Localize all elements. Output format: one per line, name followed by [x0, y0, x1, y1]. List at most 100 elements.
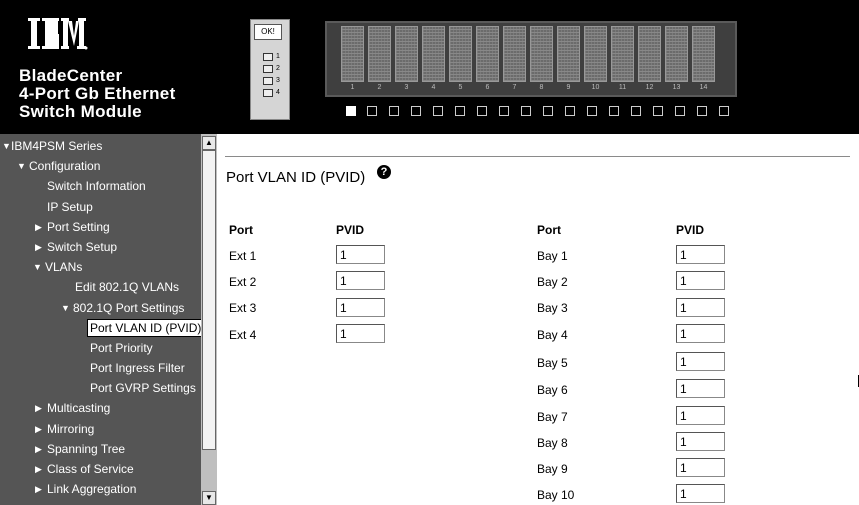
nav-item-port-gvrp-settings[interactable]: Port GVRP Settings	[0, 378, 201, 398]
blade-bay-2	[368, 26, 391, 82]
port-label: Ext 2	[229, 275, 257, 289]
blade-bay-13	[665, 26, 688, 82]
nav-tree: ▼ IBM4PSM Series ▼ Configuration Switch …	[0, 136, 205, 499]
pvid-input-bay-3[interactable]	[676, 298, 725, 317]
pvid-input-bay-6[interactable]	[676, 379, 725, 398]
nav-item-label: Switch Setup	[47, 239, 118, 254]
brand-line-1: BladeCenter	[19, 66, 123, 85]
pvid-input-ext-1[interactable]	[336, 245, 385, 264]
nav-item-label: Port VLAN ID (PVID)	[87, 318, 205, 337]
nav-item-label: Spanning Tree	[47, 441, 126, 456]
nav-item-switch-setup[interactable]: ▶ Switch Setup	[0, 237, 201, 257]
pvid-input-bay-4[interactable]	[676, 324, 725, 343]
nav-item-vlans[interactable]: ▼ VLANs	[0, 257, 201, 277]
nav-item-label: 802.1Q Port Settings	[73, 300, 185, 315]
bay-number: 10	[591, 84, 600, 91]
bay-select-11[interactable]	[565, 106, 575, 116]
switch-module-card: OK! 1 2 3 4	[250, 19, 290, 120]
scroll-thumb[interactable]	[202, 150, 216, 450]
ok-indicator: OK!	[254, 24, 282, 40]
bay-select-3[interactable]	[389, 106, 399, 116]
pvid-input-bay-8[interactable]	[676, 432, 725, 451]
bay-select-17[interactable]	[697, 106, 707, 116]
nav-item-label: Port GVRP Settings	[90, 381, 196, 396]
port-label: Bay 1	[537, 249, 568, 263]
scroll-down-button[interactable]: ▼	[202, 491, 216, 505]
bay-select-8[interactable]	[499, 106, 509, 116]
ext-port-1-label: 1	[276, 53, 280, 60]
nav-item-port-setting[interactable]: ▶ Port Setting	[0, 217, 201, 237]
ext-port-4-icon	[263, 89, 273, 97]
port-label: Ext 1	[229, 249, 257, 263]
bay-select-2[interactable]	[367, 106, 377, 116]
port-label: Bay 5	[537, 356, 568, 370]
nav-item-configuration[interactable]: ▼ Configuration	[0, 156, 201, 176]
ext-port-1-icon	[263, 53, 273, 61]
bay-select-4[interactable]	[411, 106, 421, 116]
bay-select-13[interactable]	[609, 106, 619, 116]
nav-item-edit-8021q-vlans[interactable]: Edit 802.1Q VLANs	[0, 277, 201, 297]
pvid-input-bay-1[interactable]	[676, 245, 725, 264]
nav-item-label: Switch Information	[47, 179, 146, 194]
bay-select-10[interactable]	[543, 106, 553, 116]
nav-item-label: Port Setting	[47, 219, 110, 234]
ext-port-4-label: 4	[276, 89, 280, 96]
blade-bay-7	[503, 26, 526, 82]
bay-number: 8	[539, 84, 544, 91]
ext-port-3-label: 3	[276, 77, 280, 84]
bay-select-1[interactable]	[346, 106, 356, 116]
blade-bay-6	[476, 26, 499, 82]
collapsed-arrow-icon: ▶	[35, 464, 42, 474]
nav-item-class-of-service[interactable]: ▶ Class of Service	[0, 459, 201, 479]
blade-bay-5	[449, 26, 472, 82]
bay-number: 13	[672, 84, 681, 91]
nav-item-port-ingress-filter[interactable]: Port Ingress Filter	[0, 358, 201, 378]
port-label: Bay 3	[537, 301, 568, 315]
pvid-input-bay-7[interactable]	[676, 406, 725, 425]
ext-port-3-icon	[263, 77, 273, 85]
nav-item-ip-setup[interactable]: IP Setup	[0, 197, 201, 217]
bay-select-7[interactable]	[477, 106, 487, 116]
pvid-input-ext-2[interactable]	[336, 271, 385, 290]
nav-item-ibm4psm-series[interactable]: ▼ IBM4PSM Series	[0, 136, 201, 156]
blade-bay-12	[638, 26, 661, 82]
pvid-input-ext-4[interactable]	[336, 324, 385, 343]
blade-bay-14	[692, 26, 715, 82]
bay-select-16[interactable]	[675, 106, 685, 116]
bay-number: 6	[485, 84, 490, 91]
nav-item-port-vlan-id[interactable]: Port VLAN ID (PVID)	[0, 318, 205, 338]
nav-item-8021q-port-settings[interactable]: ▼ 802.1Q Port Settings	[0, 298, 201, 318]
expanded-arrow-icon: ▼	[17, 161, 26, 172]
pvid-input-ext-3[interactable]	[336, 298, 385, 317]
nav-item-link-aggregation[interactable]: ▶ Link Aggregation	[0, 479, 201, 499]
bay-number: 5	[458, 84, 463, 91]
help-icon[interactable]: ?	[377, 165, 391, 179]
pvid-input-bay-10[interactable]	[676, 484, 725, 503]
nav-item-switch-information[interactable]: Switch Information	[0, 176, 201, 196]
port-label: Bay 6	[537, 383, 568, 397]
pvid-input-bay-2[interactable]	[676, 271, 725, 290]
pvid-input-bay-5[interactable]	[676, 352, 725, 371]
blade-bay-3	[395, 26, 418, 82]
collapsed-arrow-icon: ▶	[35, 484, 42, 495]
nav-item-port-priority[interactable]: Port Priority	[0, 338, 201, 358]
nav-item-mirroring[interactable]: ▶ Mirroring	[0, 419, 201, 439]
bay-number: 9	[566, 84, 571, 91]
bay-select-9[interactable]	[521, 106, 531, 116]
sidebar-scrollbar[interactable]: ▲ ▼	[201, 134, 217, 505]
collapsed-arrow-icon: ▶	[35, 403, 42, 414]
bay-select-12[interactable]	[587, 106, 597, 116]
nav-item-multicasting[interactable]: ▶ Multicasting	[0, 398, 201, 418]
bay-number: 3	[404, 84, 409, 91]
bay-select-14[interactable]	[631, 106, 641, 116]
bay-select-18[interactable]	[719, 106, 729, 116]
pvid-input-bay-9[interactable]	[676, 458, 725, 477]
nav-item-label: Multicasting	[47, 401, 111, 416]
port-label: Bay 4	[537, 328, 568, 342]
nav-item-spanning-tree[interactable]: ▶ Spanning Tree	[0, 439, 201, 459]
bay-select-5[interactable]	[433, 106, 443, 116]
bay-select-6[interactable]	[455, 106, 465, 116]
bay-select-15[interactable]	[653, 106, 663, 116]
scroll-up-button[interactable]: ▲	[202, 136, 216, 150]
port-label: Ext 4	[229, 328, 257, 342]
